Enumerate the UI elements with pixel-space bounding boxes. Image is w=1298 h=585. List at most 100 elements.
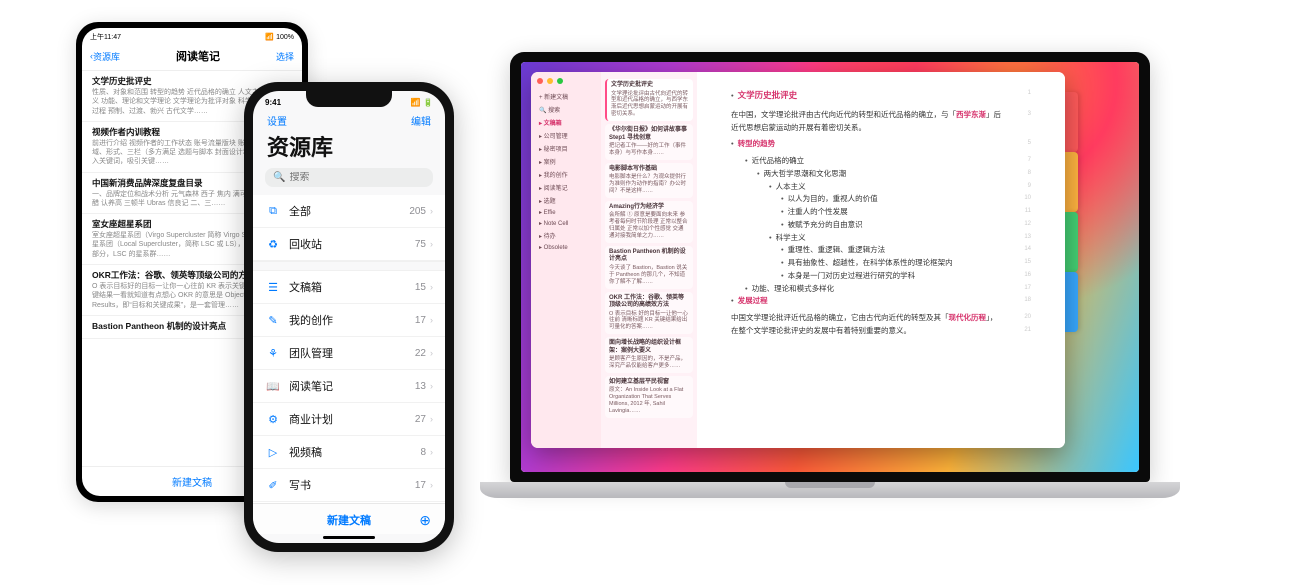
section-heading: 发展过程 xyxy=(738,296,768,305)
sidebar-item[interactable]: ▸ 待办 xyxy=(537,229,595,242)
doc-card[interactable]: 电影脚本写作基础 电影脚本是什么？为观众提供行为准则作为动作的指南？办公时间？不… xyxy=(605,163,693,198)
row-count: 75 xyxy=(415,239,426,250)
line-number: 20 xyxy=(1017,312,1031,325)
nav-bar: ‹ 资源库 阅读笔记 选择 xyxy=(82,44,302,71)
row-count: 22 xyxy=(415,348,426,359)
doc-card[interactable]: 面向增长战略的组织设计框架：案例大要义 是顾客产生原因的，不是产品，深究产品仅能… xyxy=(605,337,693,373)
edge-tab xyxy=(1065,272,1078,332)
doc-card[interactable]: OKR 工作法：谷歌、领英等顶级公司的高绩效方法 O 表示目标 好的目标一让他一… xyxy=(605,292,693,335)
doc-card[interactable]: Amazing行为经济学 会所解 ① 原意是要面向未来 参考者每何时节阶段理 正… xyxy=(605,201,693,243)
doc-card[interactable]: Bastion Pantheon 机制的设计亮点 今天谈了 Bastion，Ba… xyxy=(605,246,693,289)
sidebar-item[interactable]: ▸ 秘密项目 xyxy=(537,142,595,155)
card-title: Amazing行为经济学 xyxy=(609,204,689,212)
sidebar-item[interactable]: ▸ Effie xyxy=(537,207,595,218)
line-number: 7 xyxy=(1017,155,1031,168)
editor-line[interactable]: 中国文学理论批评近代品格的确立，它由古代向近代的转型及其「现代化历程」， xyxy=(731,312,1007,325)
doc-card[interactable]: 《华尔街日报》如何讲故事事 Step1 寻找创意 把记者工作——好的工作（事件本… xyxy=(605,124,693,160)
chevron-right-icon: › xyxy=(430,282,433,292)
row-label: 文稿箱 xyxy=(289,279,415,295)
editor-text: 科学主义 xyxy=(776,233,806,242)
new-doc-button[interactable]: 新建文稿 xyxy=(327,512,371,528)
library-row[interactable]: ▷ 视频稿 8 › xyxy=(253,436,445,469)
sidebar-item[interactable]: ▸ 选题 xyxy=(537,194,595,207)
doc-card[interactable]: 如何建立基层平民视窗 原文：An Inside Look at a Flat O… xyxy=(605,376,693,418)
editor-line[interactable]: 转型的趋势 xyxy=(731,138,1007,151)
editor-line[interactable]: 两大哲学思潮和文化思潮 xyxy=(731,168,1007,181)
status-bar: 上午11:47 📶 100% xyxy=(82,28,302,44)
search-field[interactable]: 🔍 xyxy=(265,168,433,187)
editor-line[interactable]: 近代品格的确立 xyxy=(731,155,1007,168)
library-row[interactable]: ⚘ 团队管理 22 › xyxy=(253,337,445,370)
sidebar-item[interactable]: ▸ 公司管理 xyxy=(537,129,595,142)
editor-line[interactable]: 被赋予充分的自由意识 xyxy=(731,219,1007,232)
sidebar-item[interactable]: ▸ 文稿箱 xyxy=(537,116,595,129)
editor-line[interactable]: 注重人的个性发展 xyxy=(731,206,1007,219)
editor-line[interactable]: 本身是一门对历史过程进行研究的学科 xyxy=(731,270,1007,283)
editor-line[interactable]: 功能、理论和模式多样化 xyxy=(731,283,1007,296)
row-icon: ▷ xyxy=(265,446,281,459)
traffic-lights xyxy=(537,78,595,84)
search-input[interactable] xyxy=(289,172,425,183)
library-row[interactable]: 📖 阅读笔记 13 › xyxy=(253,370,445,403)
sidebar: + 新建文稿 🔍 搜索 ▸ 文稿箱▸ 公司管理▸ 秘密项目▸ 案例▸ 我的创作▸… xyxy=(531,72,601,448)
editor-text: 被赋予充分的自由意识 xyxy=(788,220,863,229)
minimize-icon[interactable] xyxy=(547,78,553,84)
library-row[interactable]: ☰ 文稿箱 15 › xyxy=(253,271,445,304)
new-folder-icon[interactable]: ⊕ xyxy=(419,512,431,529)
library-row[interactable]: ⧉ 全部 205 › xyxy=(253,195,445,228)
sidebar-item[interactable]: ▸ 案例 xyxy=(537,155,595,168)
iphone-screen: 9:41 📶 🔋 设置 编辑 资源库 🔍 ⧉ 全部 205 ›♻ 回收站 75 xyxy=(253,91,445,543)
close-icon[interactable] xyxy=(537,78,543,84)
editor-line[interactable]: 人本主义 xyxy=(731,181,1007,194)
sidebar-item[interactable]: ▸ Note Cell xyxy=(537,218,595,229)
library-row[interactable]: ✎ 我的创作 17 › xyxy=(253,304,445,337)
edit-button[interactable]: 编辑 xyxy=(411,113,431,128)
card-preview: 原文：An Inside Look at a Flat Organization… xyxy=(609,387,689,415)
row-icon: ✎ xyxy=(265,314,281,327)
editor-panel[interactable]: 文学历史批评史1 在中国，文学理论批评由古代向近代的转型和近代品格的确立，与「西… xyxy=(697,72,1065,448)
editor-text: 本身是一门对历史过程进行研究的学科 xyxy=(788,271,916,280)
line-number: 13 xyxy=(1017,232,1031,245)
card-preview: 把记者工作——好的工作（事件本身）与写作本身…… xyxy=(609,143,689,157)
sidebar-item[interactable]: ▸ Obsolete xyxy=(537,242,595,253)
select-button[interactable]: 选择 xyxy=(276,50,294,63)
line-number: 14 xyxy=(1017,244,1031,257)
sidebar-item[interactable]: ▸ 阅读笔记 xyxy=(537,181,595,194)
row-label: 我的创作 xyxy=(289,312,415,328)
row-icon: ⚙ xyxy=(265,413,281,426)
editor-line[interactable]: 发展过程 xyxy=(731,295,1007,308)
line-number: 15 xyxy=(1017,257,1031,270)
card-preview: O 表示目标 好的目标一让他一心往前 清晰标题 KR 关键结果给出可量化的答案…… xyxy=(609,311,689,332)
library-row[interactable]: ⚙ 商业计划 27 › xyxy=(253,403,445,436)
editor-text: 具有抽象性、超越性，在科学体系性的理论框架内 xyxy=(788,258,953,267)
doc-card[interactable]: 文学历史批评史 文学理论批评由古代向近代的转型和近代品格的确立，与西学东渐后近代… xyxy=(605,79,693,121)
editor-line[interactable]: 以人为目的，重视人的价值 xyxy=(731,193,1007,206)
editor-line[interactable]: 科学主义 xyxy=(731,232,1007,245)
settings-button[interactable]: 设置 xyxy=(267,113,287,128)
iphone-mockup: 9:41 📶 🔋 设置 编辑 资源库 🔍 ⧉ 全部 205 ›♻ 回收站 75 xyxy=(244,82,454,552)
maximize-icon[interactable] xyxy=(557,78,563,84)
row-label: 阅读笔记 xyxy=(289,378,415,394)
editor-line[interactable]: 重理性、重逻辑、重逻辑方法 xyxy=(731,244,1007,257)
line-number: 11 xyxy=(1017,206,1031,219)
row-count: 17 xyxy=(415,480,426,491)
line-number: 5 xyxy=(1017,138,1031,151)
row-icon: ✐ xyxy=(265,479,281,492)
back-button[interactable]: ‹ 资源库 xyxy=(90,50,120,63)
bottom-bar: 新建文稿 ⊕ xyxy=(253,503,445,534)
sidebar-item[interactable]: ▸ 我的创作 xyxy=(537,168,595,181)
editor-text: 两大哲学思潮和文化思潮 xyxy=(764,169,847,178)
editor-text: 功能、理论和模式多样化 xyxy=(752,284,835,293)
new-doc-button[interactable]: + 新建文稿 xyxy=(537,90,595,103)
status-time: 上午11:47 xyxy=(90,32,121,42)
search-row[interactable]: 🔍 搜索 xyxy=(537,103,595,116)
row-icon: ☰ xyxy=(265,281,281,294)
editor-line[interactable]: 具有抽象性、超越性，在科学体系性的理论框架内 xyxy=(731,257,1007,270)
editor-line[interactable]: 在整个文学理论批评史的发展中有着特别重要的意义。 xyxy=(731,325,1007,338)
row-icon: ⚘ xyxy=(265,347,281,360)
card-title: OKR 工作法：谷歌、领英等顶级公司的高绩效方法 xyxy=(609,295,689,310)
library-row[interactable]: ✐ 写书 17 › xyxy=(253,469,445,502)
library-row[interactable]: ♻ 回收站 75 › xyxy=(253,228,445,261)
editor-line[interactable]: 在中国，文学理论批评由古代向近代的转型和近代品格的确立，与「西学东渐」后近代思想… xyxy=(731,109,1007,135)
document-list: 文学历史批评史 文学理论批评由古代向近代的转型和近代品格的确立，与西学东渐后近代… xyxy=(601,72,697,448)
